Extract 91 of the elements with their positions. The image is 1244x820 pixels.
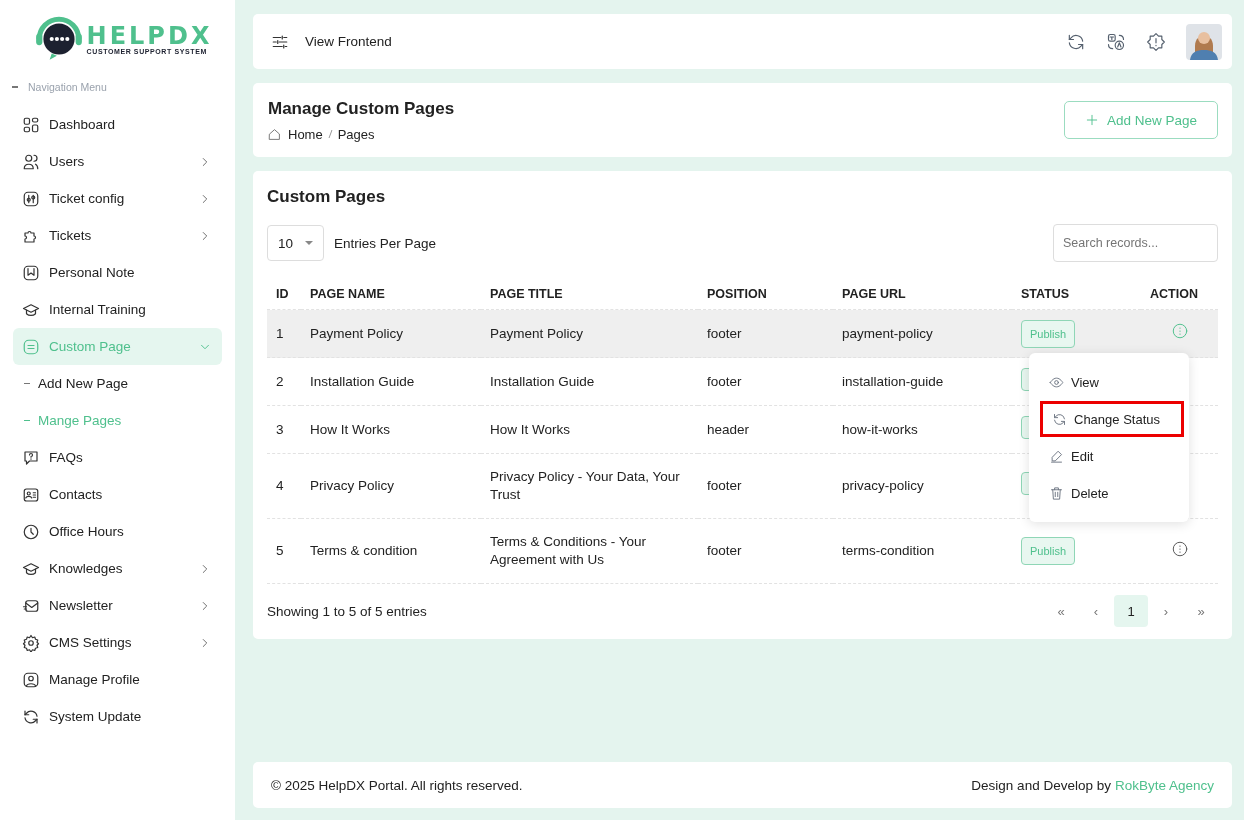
table-cell: Terms & condition bbox=[301, 518, 481, 584]
column-header: ACTION bbox=[1141, 278, 1218, 310]
nav-item[interactable]: FAQs bbox=[13, 439, 222, 476]
column-header: STATUS bbox=[1012, 278, 1141, 310]
nav-item[interactable]: Internal Training bbox=[13, 291, 222, 328]
column-header: PAGE URL bbox=[833, 278, 1012, 310]
nav-item[interactable]: Tickets bbox=[13, 217, 222, 254]
section-heading: Navigation Menu bbox=[28, 81, 107, 93]
table-cell: How It Works bbox=[481, 405, 698, 454]
submenu-item[interactable]: Add New Page bbox=[13, 365, 222, 402]
alert-icon[interactable] bbox=[1146, 31, 1166, 52]
table-cell: 3 bbox=[267, 405, 301, 454]
eye-icon bbox=[1049, 374, 1064, 390]
page-title: Manage Custom Pages bbox=[268, 98, 455, 119]
nav-item[interactable]: System Update bbox=[13, 698, 222, 735]
clock-icon bbox=[22, 522, 40, 541]
column-header: ID bbox=[267, 278, 301, 310]
table-cell: footer bbox=[698, 518, 833, 584]
nav-item[interactable]: Manage Profile bbox=[13, 661, 222, 698]
table-cell: 1 bbox=[267, 309, 301, 358]
nav-item[interactable]: Contacts bbox=[13, 476, 222, 513]
table-cell: Installation Guide bbox=[481, 357, 698, 406]
breadcrumb-link[interactable]: Pages bbox=[337, 126, 375, 142]
nav-item[interactable]: Office Hours bbox=[13, 513, 222, 550]
nav-item[interactable]: Dashboard bbox=[13, 106, 222, 143]
table-cell: Terms & Conditions - Your Agreement with Us bbox=[481, 518, 698, 584]
table-cell: installation-guide bbox=[833, 357, 1012, 406]
trash-icon bbox=[1049, 485, 1064, 501]
table-cell: Privacy Policy bbox=[301, 453, 481, 519]
bookmark-icon bbox=[22, 263, 40, 282]
contact-card-icon bbox=[22, 485, 40, 504]
home-icon bbox=[268, 127, 281, 141]
table-cell: payment-policy bbox=[833, 309, 1012, 358]
entries-summary: Showing 1 to 5 of 5 entries bbox=[267, 603, 427, 619]
users-icon bbox=[22, 152, 40, 171]
column-header: PAGE TITLE bbox=[481, 278, 698, 310]
column-header: PAGE NAME bbox=[301, 278, 481, 310]
translate-icon[interactable] bbox=[1106, 31, 1126, 52]
menu-item[interactable]: View bbox=[1040, 364, 1184, 400]
more-icon[interactable] bbox=[1170, 539, 1189, 558]
breadcrumb-link[interactable]: Home bbox=[288, 126, 323, 142]
credit-text: Design and Develop by bbox=[971, 777, 1111, 793]
question-bubble-icon bbox=[22, 448, 40, 467]
column-header: POSITION bbox=[698, 278, 833, 310]
search-field[interactable]: Search records... bbox=[1053, 224, 1218, 262]
table-cell: privacy-policy bbox=[833, 453, 1012, 519]
refresh-icon bbox=[22, 707, 40, 726]
nav-item[interactable]: Personal Note bbox=[13, 254, 222, 291]
table-cell: 2 bbox=[267, 357, 301, 406]
table-cell: how-it-works bbox=[833, 405, 1012, 454]
nav-item[interactable]: Users bbox=[13, 143, 222, 180]
table-cell: 4 bbox=[267, 453, 301, 519]
table-cell: footer bbox=[698, 309, 833, 358]
menu-item[interactable]: Delete bbox=[1040, 475, 1184, 511]
entries-label: Entries Per Page bbox=[334, 235, 437, 251]
sliders-icon bbox=[271, 32, 289, 51]
table-cell: Payment Policy bbox=[301, 309, 481, 358]
menu-item[interactable]: Edit bbox=[1040, 438, 1184, 474]
menu-item[interactable]: Change Status bbox=[1040, 401, 1184, 437]
pagination-button[interactable]: 1 bbox=[1114, 595, 1148, 627]
table-cell: header bbox=[698, 405, 833, 454]
card-title: Custom Pages bbox=[267, 187, 387, 207]
nav-item[interactable]: Knowledges bbox=[13, 550, 222, 587]
pagination-button[interactable]: » bbox=[1184, 595, 1218, 627]
nav-item[interactable]: Ticket config bbox=[13, 180, 222, 217]
entries-select[interactable]: 10 bbox=[267, 225, 325, 261]
table-cell: Privacy Policy - Your Data, Your Trust bbox=[481, 453, 698, 519]
table-cell: How It Works bbox=[301, 405, 481, 454]
nav-item[interactable]: Newsletter bbox=[13, 587, 222, 624]
caret-icon bbox=[305, 241, 314, 245]
profile-icon bbox=[22, 670, 40, 689]
settings-icon bbox=[22, 633, 40, 652]
pen-icon bbox=[1049, 448, 1064, 464]
table-cell: Installation Guide bbox=[301, 357, 481, 406]
view-frontend-link[interactable]: View Frontend bbox=[305, 34, 392, 49]
refresh-icon bbox=[1052, 411, 1067, 427]
table-cell: 5 bbox=[267, 518, 301, 584]
pagination-button[interactable]: ‹ bbox=[1079, 595, 1113, 627]
page-icon bbox=[22, 337, 40, 356]
pagination-button[interactable]: « bbox=[1044, 595, 1078, 627]
table-cell: Payment Policy bbox=[481, 309, 698, 358]
copyright-text: © 2025 HelpDX Portal. All rights reserved. bbox=[271, 777, 523, 793]
table-cell: footer bbox=[698, 357, 833, 406]
logo-wordmark: HELPDX bbox=[86, 23, 213, 48]
sliders-icon bbox=[22, 189, 40, 208]
pagination-button[interactable]: › bbox=[1149, 595, 1183, 627]
plus-icon bbox=[1084, 113, 1099, 127]
table-cell: terms-condition bbox=[833, 518, 1012, 584]
grid-icon bbox=[22, 115, 40, 134]
table-cell: footer bbox=[698, 453, 833, 519]
nav-item[interactable]: CMS Settings bbox=[13, 624, 222, 661]
